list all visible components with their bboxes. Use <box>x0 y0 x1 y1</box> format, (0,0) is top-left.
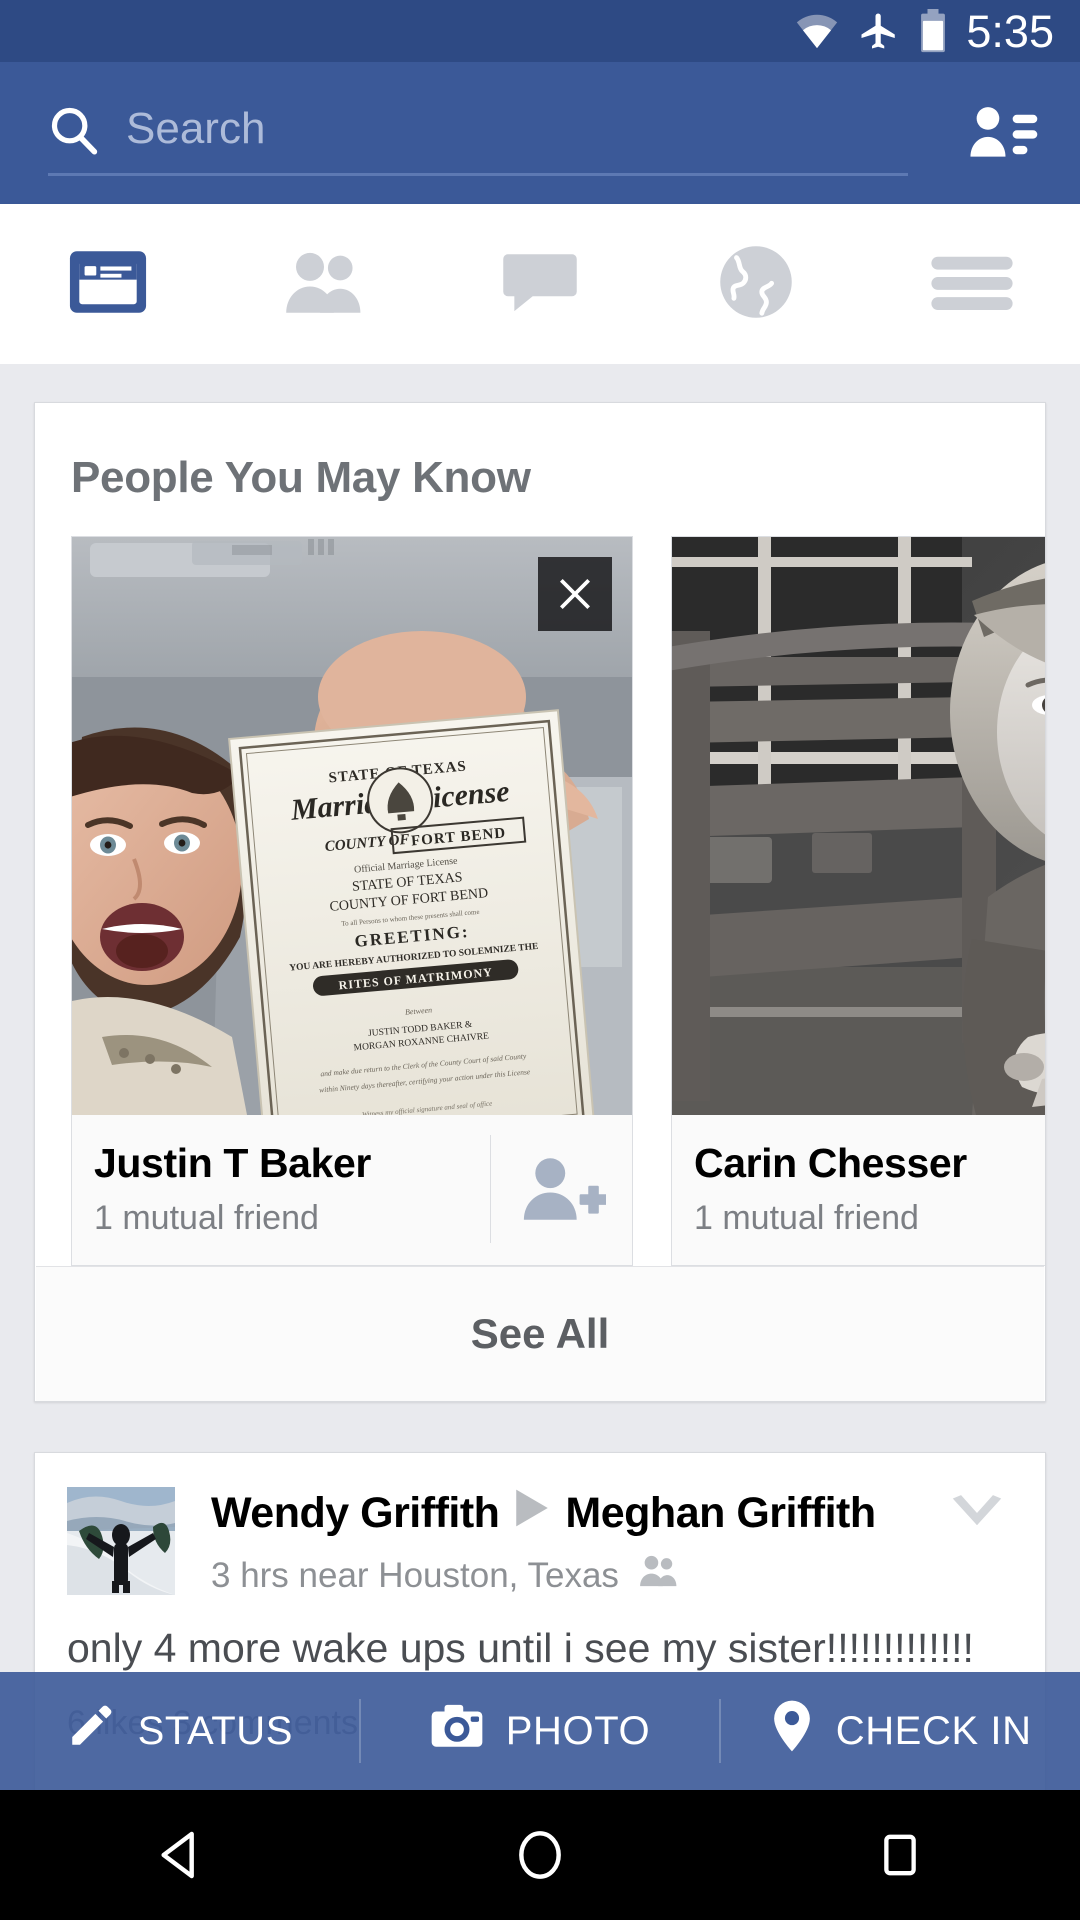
people-you-may-know-card: People You May Know STATE TEXAS Marriage… <box>34 402 1046 1402</box>
airplane-mode-icon <box>858 10 900 52</box>
pencil-icon <box>66 1701 116 1761</box>
person-name: Carin Chesser <box>694 1140 967 1186</box>
post-meta: 3 hrs near Houston, Texas <box>211 1554 937 1597</box>
android-navigation-bar <box>0 1790 1080 1920</box>
photo-button[interactable]: PHOTO <box>361 1672 720 1790</box>
globe-icon <box>717 243 795 326</box>
sidebar-item-notifications[interactable] <box>648 204 864 364</box>
check-in-button-label: CHECK IN <box>835 1708 1032 1753</box>
person-info: Carin Chesser 1 mutual friend <box>672 1115 1045 1263</box>
add-friend-button[interactable] <box>490 1135 632 1243</box>
see-all-button[interactable]: See All <box>36 1266 1044 1401</box>
status-bar-clock: 5:35 <box>966 5 1054 57</box>
friends-icon <box>282 248 366 321</box>
friend-requests-icon[interactable] <box>958 96 1050 168</box>
people-carousel[interactable]: STATE OF TEXAS Marriage License COUNTY O… <box>71 536 1045 1266</box>
sidebar-item-news-feed[interactable] <box>0 204 216 364</box>
post-body: only 4 more wake ups until i see my sist… <box>67 1625 974 1671</box>
post-timestamp-location: 3 hrs near Houston, Texas <box>211 1555 619 1595</box>
chevron-down-icon[interactable] <box>937 1487 1017 1597</box>
search-bar[interactable] <box>48 92 908 176</box>
messenger-icon <box>500 247 580 322</box>
sidebar-item-more[interactable] <box>864 204 1080 364</box>
check-in-button[interactable]: CHECK IN <box>721 1672 1080 1790</box>
person-photo[interactable]: STATE OF TEXAS Marriage License COUNTY O… <box>72 537 632 1115</box>
search-icon <box>48 104 100 161</box>
post-header: Wendy Griffith Meghan Griffith 3 hrs nea… <box>35 1453 1045 1597</box>
facebook-app-screen: 5:35 Search People You May Know STATE TE… <box>0 0 1080 1920</box>
post-author[interactable]: Wendy Griffith <box>211 1489 500 1538</box>
facebook-app-bar <box>0 62 1080 204</box>
page-title: People You May Know <box>71 453 531 502</box>
status-button[interactable]: STATUS <box>0 1672 359 1790</box>
play-arrow-icon <box>513 1487 551 1540</box>
post-recipient[interactable]: Meghan Griffith <box>565 1489 876 1538</box>
photo-button-label: PHOTO <box>505 1708 651 1753</box>
sidebar-item-friends[interactable] <box>216 204 432 364</box>
news-feed-icon <box>67 246 149 323</box>
main-tab-bar <box>0 204 1080 364</box>
person-photo[interactable] <box>672 537 1045 1115</box>
back-triangle-icon[interactable] <box>100 1790 260 1920</box>
search-input[interactable] <box>126 103 908 154</box>
camera-icon <box>430 1702 484 1760</box>
location-pin-icon <box>770 1699 814 1763</box>
home-circle-icon[interactable] <box>460 1790 620 1920</box>
sidebar-item-messages[interactable] <box>432 204 648 364</box>
composer-bar: STATUS PHOTO CHECK IN <box>0 1672 1080 1790</box>
person-name: Justin T Baker <box>94 1140 371 1186</box>
wifi-icon <box>794 13 840 49</box>
list-item[interactable]: Carin Chesser 1 mutual friend <box>671 536 1045 1266</box>
avatar[interactable] <box>67 1487 175 1595</box>
android-status-bar: 5:35 <box>0 0 1080 62</box>
post-author-line: Wendy Griffith Meghan Griffith <box>211 1487 937 1540</box>
list-item[interactable]: STATE OF TEXAS Marriage License COUNTY O… <box>71 536 633 1266</box>
status-button-label: STATUS <box>137 1708 294 1753</box>
recents-square-icon[interactable] <box>820 1790 980 1920</box>
hamburger-menu-icon <box>930 254 1014 315</box>
friends-privacy-icon[interactable] <box>637 1554 681 1597</box>
close-icon[interactable] <box>538 557 612 631</box>
mutual-friends-label: 1 mutual friend <box>94 1199 319 1237</box>
mutual-friends-label: 1 mutual friend <box>694 1199 919 1237</box>
person-info: Justin T Baker 1 mutual friend <box>72 1115 632 1263</box>
battery-icon <box>918 9 948 53</box>
